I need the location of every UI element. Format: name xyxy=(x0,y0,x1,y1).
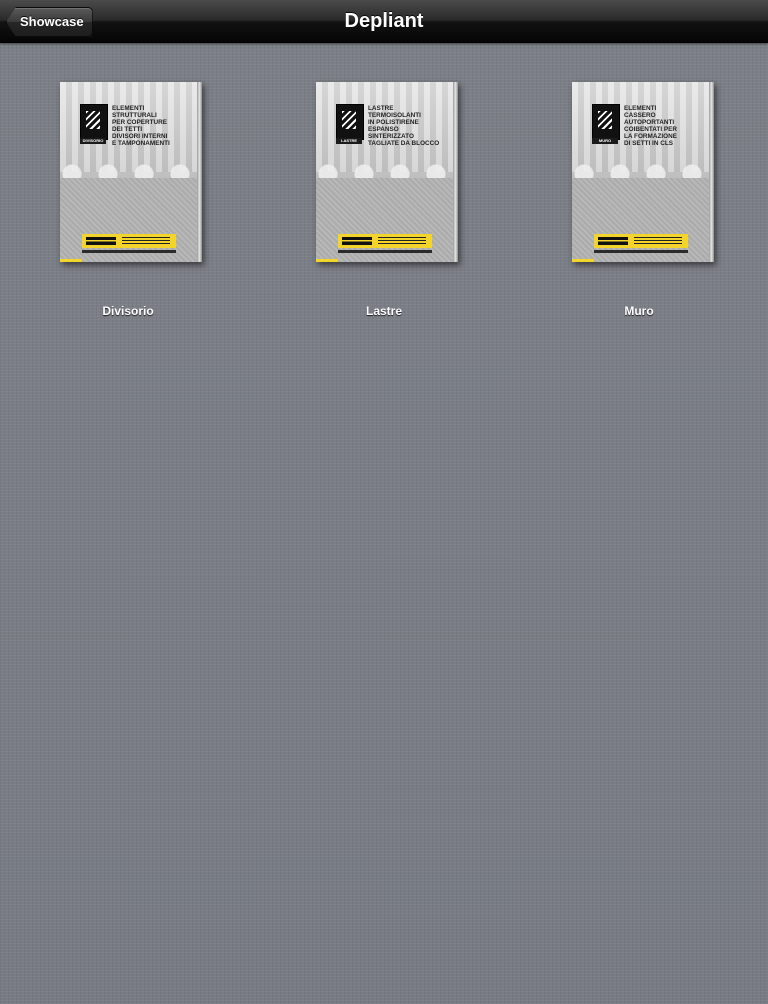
navigation-bar: Showcase Depliant xyxy=(0,0,768,43)
cover-title: LASTRE TERMOISOLANTI IN POLISTIRENE ESPA… xyxy=(368,105,440,147)
brochure-cover[interactable]: MURO ELEMENTI CASSERO AUTOPORTANTI COIBE… xyxy=(572,82,714,262)
product-logo-icon xyxy=(80,104,108,140)
brochure-caption[interactable]: Lastre xyxy=(284,304,484,318)
brochure-cover[interactable]: DIVISORIO ELEMENTI STRUTTURALI PER COPER… xyxy=(60,82,202,262)
cover-spine xyxy=(197,82,202,262)
brand-band xyxy=(338,234,432,248)
cover-tab xyxy=(572,259,594,262)
cover-tab xyxy=(316,259,338,262)
brochure-caption[interactable]: Divisorio xyxy=(28,304,228,318)
cover-spine xyxy=(453,82,458,262)
brand-band xyxy=(594,234,688,248)
brochure-caption[interactable]: Muro xyxy=(539,304,739,318)
cover-title: ELEMENTI CASSERO AUTOPORTANTI COIBENTATI… xyxy=(624,105,678,147)
page-title: Depliant xyxy=(344,10,424,32)
cover-pattern xyxy=(60,160,202,180)
cover-badge: DIVISORIO xyxy=(80,138,106,144)
cover-pattern xyxy=(316,160,458,180)
cover-tab xyxy=(60,259,82,262)
cover-pattern xyxy=(572,160,714,180)
cover-title: ELEMENTI STRUTTURALI PER COPERTURE DEI T… xyxy=(112,105,170,147)
product-logo-icon xyxy=(592,104,620,140)
cover-footer xyxy=(82,250,176,253)
cover-badge: LASTRE xyxy=(336,138,362,144)
brochure-cover[interactable]: LASTRE LASTRE TERMOISOLANTI IN POLISTIRE… xyxy=(316,82,458,262)
cover-spine xyxy=(709,82,714,262)
cover-footer xyxy=(594,250,688,253)
cover-footer xyxy=(338,250,432,253)
product-logo-icon xyxy=(336,104,364,140)
brand-band xyxy=(82,234,176,248)
cover-badge: MURO xyxy=(592,138,618,144)
